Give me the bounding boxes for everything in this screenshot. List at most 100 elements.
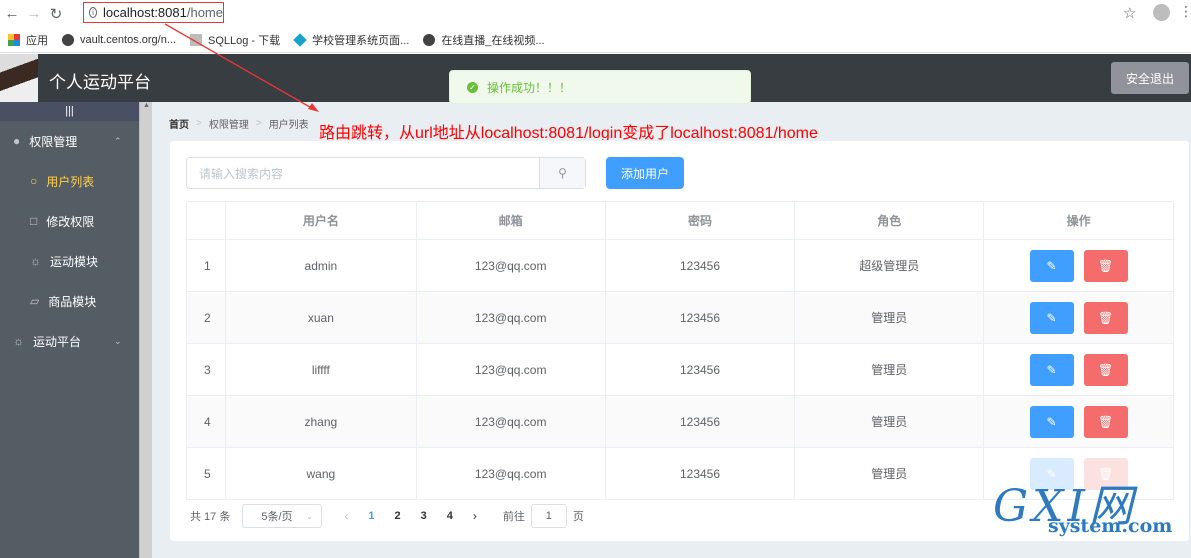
pagination-total: 共 17 条 [190, 511, 231, 523]
breadcrumb: 首页 > 权限管理 > 用户列表 [169, 116, 309, 131]
app-title: 个人运动平台 [49, 73, 151, 92]
delete-button[interactable]: 🗑 [1083, 249, 1128, 282]
star-icon[interactable]: ☆ [1123, 4, 1136, 22]
goto-page-input[interactable]: 1 [530, 504, 567, 528]
forward-icon[interactable]: → [23, 3, 45, 25]
column-header-role: 角色 [794, 201, 985, 240]
user-icon: ○ [30, 174, 38, 188]
add-user-button[interactable]: 添加用户 [606, 157, 684, 189]
search-icon: ⚲ [558, 166, 567, 180]
breadcrumb-home[interactable]: 首页 [169, 116, 189, 131]
address-bar[interactable]: i localhost:8081/home [83, 2, 224, 23]
reload-icon[interactable]: ↻ [45, 3, 67, 25]
cell-username: zhang [224, 395, 417, 448]
breadcrumb-separator: > [255, 118, 262, 129]
search-button[interactable]: ⚲ [539, 158, 585, 188]
toast-message: 操作成功！！！ [487, 80, 572, 95]
bookmark-label: SQLLog - 下载 [208, 34, 281, 47]
sun-icon: ☼ [13, 334, 24, 348]
bookmark-label: vault.centos.org/n... [80, 33, 176, 46]
prev-page-icon[interactable]: ‹ [344, 509, 348, 523]
edit-button[interactable]: ✎ [1029, 301, 1074, 334]
apps-icon [8, 33, 20, 46]
success-toast: ✓ 操作成功！！！ [449, 70, 751, 104]
bookmark-sqllog[interactable]: SQLLog - 下载 [190, 32, 280, 48]
url-path: /home [186, 5, 223, 20]
delete-button[interactable]: 🗑 [1083, 301, 1128, 334]
search-input[interactable]: 请输入搜索内容 [187, 158, 539, 188]
sidebar-item-sport-platform[interactable]: ☼ 运动平台 ⌄ [0, 321, 139, 361]
cell-email: 123@qq.com [415, 239, 606, 292]
page-button-4[interactable]: 4 [447, 510, 453, 522]
cell-role: 超级管理员 [794, 239, 985, 292]
globe-icon [62, 33, 74, 46]
sidebar-item-label: 运动模块 [50, 254, 99, 269]
next-page-icon[interactable]: › [473, 509, 477, 523]
bookmark-live[interactable]: 在线直播_在线视频... [423, 32, 545, 48]
cell-actions: ✎ 🗑 [983, 239, 1174, 292]
bookmark-vault[interactable]: vault.centos.org/n... [62, 33, 176, 46]
sidebar-item-sport-module[interactable]: ☼ 运动模块 [0, 241, 139, 281]
check-circle-icon: ✓ [467, 81, 478, 93]
edit-icon: ✎ [1046, 310, 1057, 325]
cell-password: 123456 [604, 447, 796, 500]
page-size-select[interactable]: 5条/页 ⌄ [242, 504, 323, 528]
page-button-3[interactable]: 3 [421, 510, 427, 522]
bookmark-label: 学校管理系统页面... [312, 34, 410, 47]
goto-suffix: 页 [572, 511, 584, 523]
edit-button[interactable]: ✎ [1029, 405, 1074, 438]
profile-avatar-icon[interactable] [1153, 4, 1170, 21]
cell-email: 123@qq.com [415, 343, 606, 396]
cell-role: 管理员 [794, 447, 985, 500]
cell-actions: ✎ 🗑 [983, 395, 1174, 448]
url-host: localhost:8081 [103, 5, 187, 20]
edit-icon: ✎ [1046, 414, 1057, 429]
delete-button[interactable]: 🗑 [1083, 353, 1128, 386]
cell-username: admin [224, 239, 417, 292]
breadcrumb-item: 用户列表 [268, 120, 309, 131]
pagination: 共 17 条 5条/页 ⌄ ‹ 1 2 3 4 › 前往 1 页 [190, 504, 584, 528]
cell-username: liffff [224, 343, 417, 396]
bookmark-label: 应用 [26, 34, 48, 47]
sidebar-item-label: 商品模块 [48, 294, 97, 309]
sidebar-item-edit-permission[interactable]: □ 修改权限 [0, 201, 139, 241]
bookmark-apps[interactable]: 应用 [8, 32, 48, 48]
lock-icon: □ [30, 214, 38, 228]
cell-username: xuan [224, 291, 417, 344]
sidebar-item-user-list[interactable]: ○ 用户列表 [0, 161, 139, 201]
cell-index: 4 [186, 395, 226, 448]
column-header-actions: 操作 [983, 201, 1174, 240]
cell-role: 管理员 [794, 395, 985, 448]
logout-button[interactable]: 安全退出 [1111, 62, 1189, 94]
user-table: 用户名 邮箱 密码 角色 操作 1 admin 123@qq.com 12345… [186, 201, 1174, 500]
bookmark-school[interactable]: 学校管理系统页面... [293, 32, 410, 48]
edit-button[interactable]: ✎ [1029, 249, 1074, 282]
edit-icon: ✎ [1046, 362, 1057, 377]
scrollbar[interactable]: ▲ [139, 102, 152, 558]
globe-icon [423, 33, 436, 46]
bag-icon: ▱ [30, 294, 40, 308]
column-header-username: 用户名 [224, 201, 417, 240]
search-box: 请输入搜索内容 ⚲ [186, 157, 586, 189]
cell-role: 管理员 [794, 291, 985, 344]
back-icon[interactable]: ← [1, 3, 23, 25]
breadcrumb-item: 权限管理 [208, 120, 249, 131]
page-button-1[interactable]: 1 [368, 510, 374, 522]
goto-label: 前往 [502, 511, 525, 523]
sqllog-icon [190, 33, 202, 46]
more-menu-icon[interactable]: ⋮ [1179, 3, 1191, 20]
page-button-2[interactable]: 2 [394, 510, 400, 522]
chevron-down-icon: ⌄ [305, 510, 314, 521]
collapse-toggle[interactable]: ||| [0, 102, 139, 121]
trash-icon: 🗑 [1097, 258, 1114, 273]
scroll-up-icon[interactable]: ▲ [142, 102, 151, 112]
cube-icon [293, 32, 307, 47]
sidebar-item-label: 运动平台 [33, 334, 82, 349]
sidebar-item-permission[interactable]: ● 权限管理 ⌃ [0, 121, 139, 161]
trash-icon: 🗑 [1097, 362, 1114, 377]
edit-button[interactable]: ✎ [1029, 353, 1074, 386]
delete-button[interactable]: 🗑 [1083, 405, 1128, 438]
chevron-up-icon: ⌃ [114, 135, 122, 146]
column-header-index [186, 201, 226, 240]
sidebar-item-goods-module[interactable]: ▱ 商品模块 [0, 281, 139, 321]
